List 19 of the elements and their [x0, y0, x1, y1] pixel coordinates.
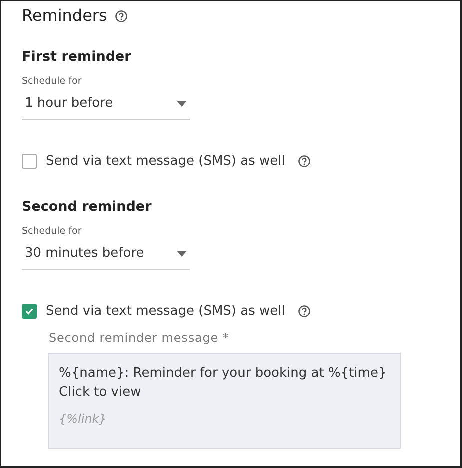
- caret-icon: [177, 100, 187, 107]
- message-field[interactable]: %{name}: Reminder for your booking at %{time} Click to view {%link}: [48, 353, 401, 449]
- caret-icon: [177, 250, 187, 257]
- help-icon[interactable]: [298, 304, 312, 318]
- checkbox[interactable]: [22, 154, 37, 169]
- schedule-dropdown[interactable]: 1 hour before: [22, 88, 190, 120]
- section-heading: Second reminder: [22, 198, 153, 216]
- checkbox[interactable]: [22, 304, 37, 319]
- checkbox-label: Send via text message (SMS) as well: [46, 302, 286, 320]
- schedule-dropdown[interactable]: 30 minutes before: [22, 238, 190, 270]
- section-title: Reminders: [22, 5, 108, 27]
- field-label: Second reminder message *: [49, 330, 230, 347]
- field-label: Schedule for: [22, 226, 83, 238]
- checkbox-label: Send via text message (SMS) as well: [46, 152, 286, 170]
- help-icon[interactable]: [115, 10, 128, 22]
- field-label: Schedule for: [22, 76, 83, 88]
- check-icon: [25, 306, 34, 316]
- section-heading: First reminder: [22, 48, 132, 66]
- help-icon[interactable]: [298, 154, 312, 168]
